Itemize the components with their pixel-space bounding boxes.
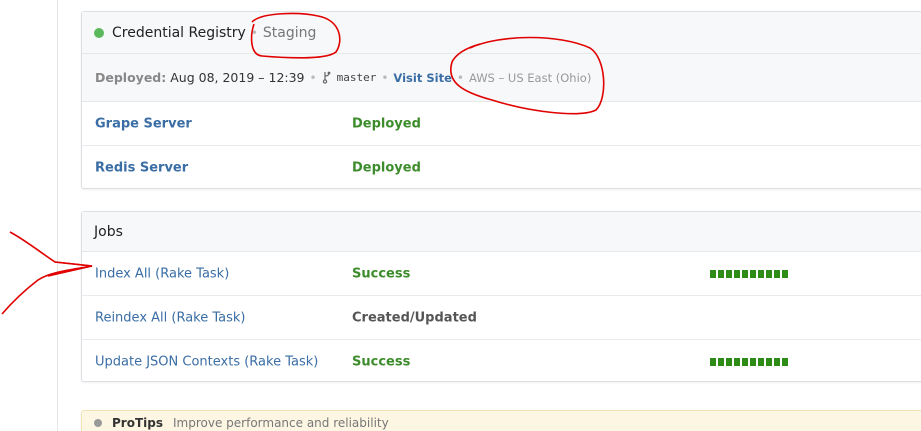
job-status: Success xyxy=(352,354,411,369)
deploy-label: Deployed: xyxy=(95,70,167,85)
branch-name: master xyxy=(336,71,377,84)
progress-segment xyxy=(742,269,748,278)
deploy-date: Aug 08, 2019 – 12:39 xyxy=(170,70,305,85)
service-name-link[interactable]: Grape Server xyxy=(95,116,192,131)
app-title[interactable]: Credential Registry xyxy=(112,25,246,41)
page: Credential Registry • Staging Deployed: … xyxy=(0,0,921,431)
separator-dot: • xyxy=(250,25,258,40)
annotation-arrow xyxy=(1,231,93,315)
progress-segment xyxy=(718,269,724,278)
progress-segment xyxy=(766,269,772,278)
job-row: Index All (Rake Task) Success xyxy=(82,252,921,296)
git-branch-icon xyxy=(322,71,330,84)
progress-segment xyxy=(758,357,764,366)
protips-card: ProTips Improve performance and reliabil… xyxy=(81,410,921,431)
separator-dot: • xyxy=(309,70,317,85)
protips-row: ProTips Improve performance and reliabil… xyxy=(82,403,921,431)
protips-title: ProTips xyxy=(112,416,163,430)
progress-segment xyxy=(734,357,740,366)
jobs-header: Jobs xyxy=(82,212,921,252)
job-progress-bar xyxy=(710,357,788,366)
progress-segment xyxy=(726,357,732,366)
progress-segment xyxy=(710,269,716,278)
progress-segment xyxy=(750,269,756,278)
progress-segment xyxy=(766,357,772,366)
protips-description: Improve performance and reliability xyxy=(173,416,389,430)
job-status: Created/Updated xyxy=(352,310,477,325)
service-name-link[interactable]: Redis Server xyxy=(95,160,188,175)
app-card: Credential Registry • Staging Deployed: … xyxy=(81,11,921,189)
deploy-info: Deployed: Aug 08, 2019 – 12:39 • master … xyxy=(82,54,921,102)
progress-segment xyxy=(718,357,724,366)
progress-segment xyxy=(758,269,764,278)
region-label: AWS – US East (Ohio) xyxy=(468,70,592,85)
progress-segment xyxy=(782,357,788,366)
progress-segment xyxy=(726,269,732,278)
service-row: Grape Server Deployed xyxy=(82,102,921,146)
left-divider xyxy=(57,0,58,431)
job-progress-bar xyxy=(710,269,788,278)
separator-dot: • xyxy=(381,70,389,85)
visit-site-link[interactable]: Visit Site xyxy=(393,71,451,85)
bulb-icon xyxy=(94,419,102,427)
service-status: Deployed xyxy=(352,116,421,131)
progress-segment xyxy=(734,269,740,278)
progress-segment xyxy=(742,357,748,366)
job-row: Update JSON Contexts (Rake Task) Success xyxy=(82,340,921,383)
progress-segment xyxy=(750,357,756,366)
job-name-link[interactable]: Index All (Rake Task) xyxy=(95,266,229,281)
jobs-card: Jobs Index All (Rake Task) Success Reind… xyxy=(81,211,921,382)
separator-dot: • xyxy=(456,70,464,85)
job-row: Reindex All (Rake Task) Created/Updated xyxy=(82,296,921,340)
job-name-link[interactable]: Update JSON Contexts (Rake Task) xyxy=(95,354,318,369)
status-dot-icon xyxy=(94,27,104,38)
job-status: Success xyxy=(352,266,411,281)
progress-segment xyxy=(710,357,716,366)
service-status: Deployed xyxy=(352,160,421,175)
progress-segment xyxy=(774,357,780,366)
service-row: Redis Server Deployed xyxy=(82,146,921,189)
progress-segment xyxy=(782,269,788,278)
app-header: Credential Registry • Staging xyxy=(82,12,921,54)
progress-segment xyxy=(774,269,780,278)
environment-name: Staging xyxy=(262,24,317,41)
job-name-link[interactable]: Reindex All (Rake Task) xyxy=(95,310,246,325)
